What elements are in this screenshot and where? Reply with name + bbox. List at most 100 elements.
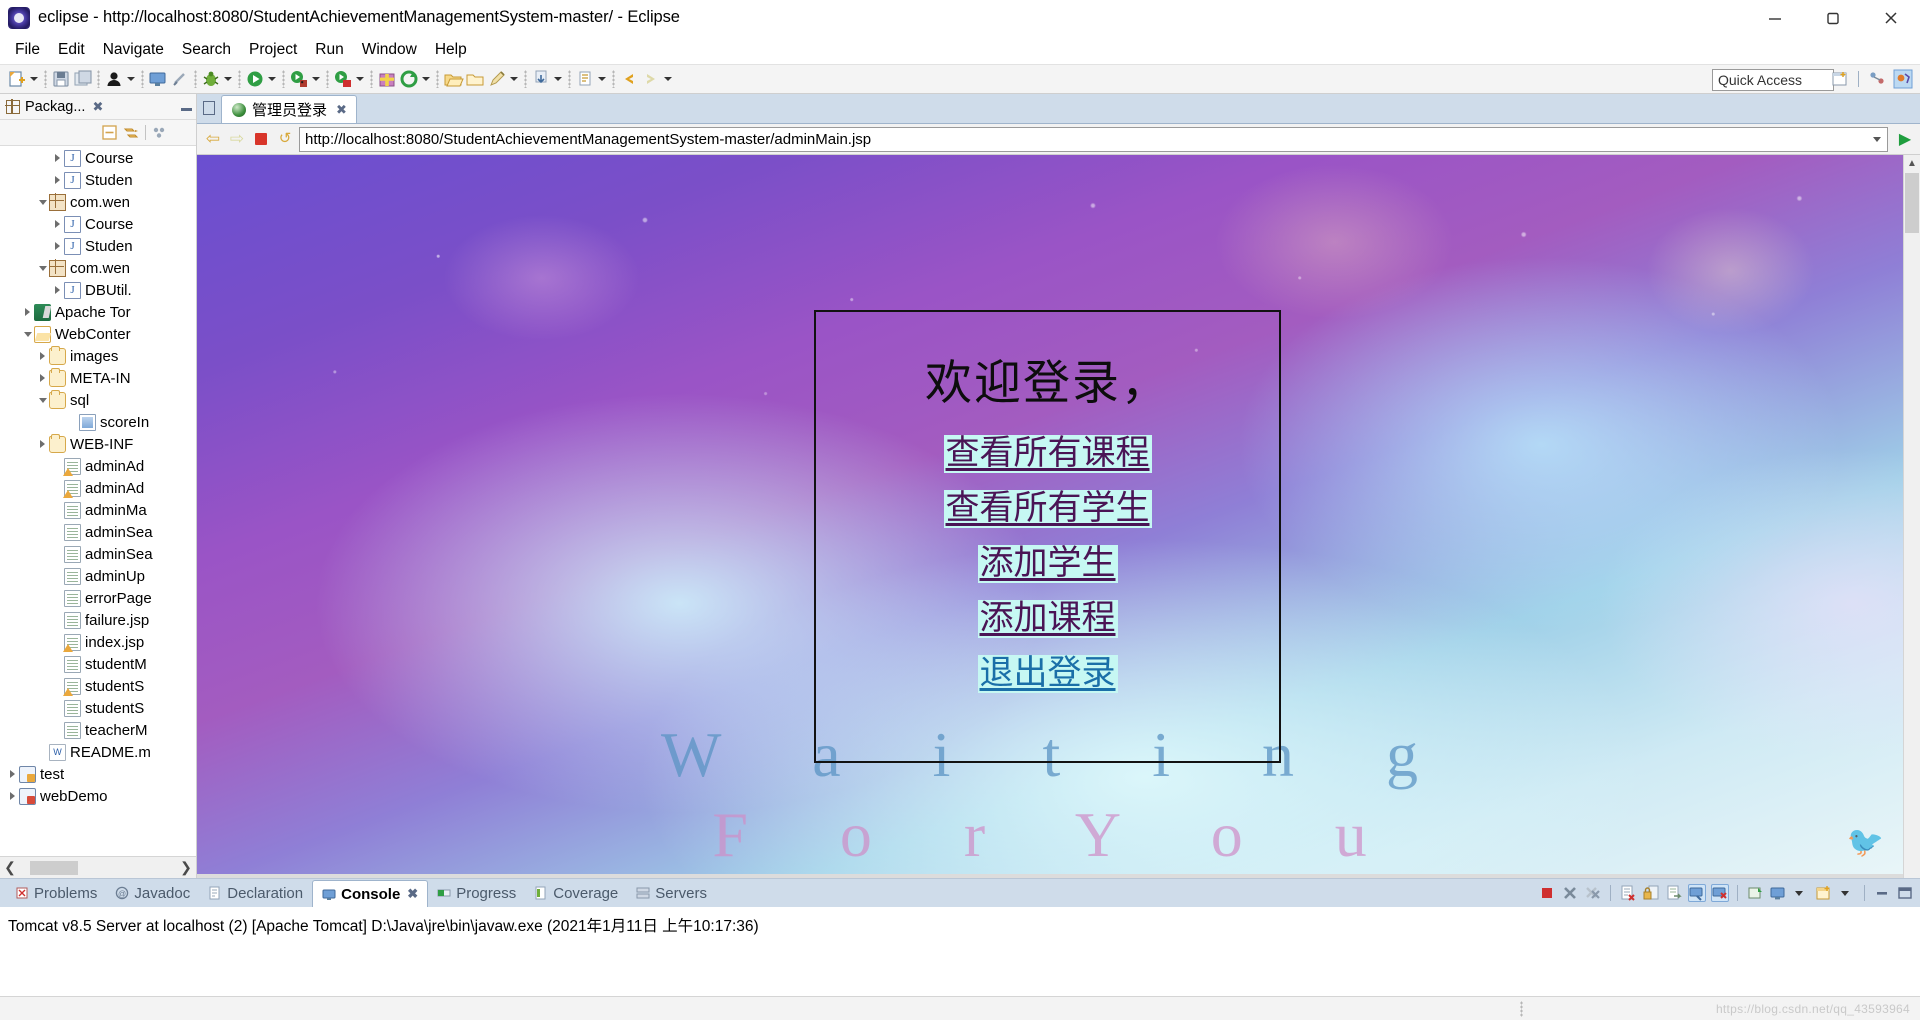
tree-item[interactable]: errorPage [0, 587, 196, 609]
close-icon[interactable]: ✖ [336, 102, 347, 118]
tab-admin-login[interactable]: 管理员登录 ✖ [221, 95, 357, 123]
tree-item[interactable]: Studen [0, 169, 196, 191]
menu-window[interactable]: Window [353, 39, 426, 61]
chevron-right-icon[interactable] [51, 169, 64, 191]
close-icon[interactable]: ✖ [92, 99, 103, 115]
quick-access-input[interactable]: Quick Access [1712, 69, 1834, 91]
chevron-right-icon[interactable] [36, 433, 49, 455]
new-wizard-icon[interactable] [7, 69, 27, 89]
scroll-right-icon[interactable]: ❯ [176, 859, 196, 876]
menu-file[interactable]: File [6, 39, 49, 61]
chevron-right-icon[interactable] [51, 235, 64, 257]
refresh-dropdown[interactable] [420, 69, 431, 89]
tree-item[interactable]: index.jsp [0, 631, 196, 653]
run-dropdown[interactable] [266, 69, 277, 89]
stop-icon[interactable] [251, 129, 271, 149]
tree-item[interactable]: scoreIn [0, 411, 196, 433]
chevron-down-icon[interactable] [36, 191, 49, 213]
tree-item[interactable]: README.m [0, 741, 196, 763]
scroll-thumb[interactable] [1905, 173, 1919, 233]
open-folder-2-icon[interactable] [465, 69, 485, 89]
dropdown-arrow-icon[interactable] [1792, 884, 1810, 902]
collapse-all-icon[interactable] [101, 124, 118, 141]
add-student-link[interactable]: 添加学生 [977, 545, 1118, 584]
scroll-track[interactable] [20, 860, 176, 875]
minimize-icon[interactable] [1873, 884, 1891, 902]
tree-item[interactable]: studentS [0, 675, 196, 697]
tree-item[interactable]: Course [0, 213, 196, 235]
tree-item[interactable]: failure.jsp [0, 609, 196, 631]
pencil-dropdown[interactable] [508, 69, 519, 89]
user-icon[interactable] [104, 69, 124, 89]
save-icon[interactable] [51, 69, 71, 89]
chevron-down-icon[interactable] [36, 257, 49, 279]
run-icon[interactable] [245, 69, 265, 89]
editor-horizontal-scrollbar[interactable] [197, 874, 1903, 878]
lock-scroll-icon[interactable] [1642, 884, 1660, 902]
console-icon[interactable] [148, 69, 168, 89]
close-icon[interactable]: ✖ [407, 886, 418, 902]
tree-item[interactable]: com.wen [0, 257, 196, 279]
tree-item[interactable]: DBUtil. [0, 279, 196, 301]
show-console-on-error-icon[interactable] [1711, 884, 1729, 902]
close-button[interactable] [1862, 0, 1920, 36]
debug-dropdown[interactable] [222, 69, 233, 89]
project-tree[interactable]: Course Studen com.wen Course Studen com.wen DB… [0, 146, 196, 856]
editor-list-icon[interactable] [197, 93, 221, 123]
tree-item[interactable]: WebConter [0, 323, 196, 345]
menu-edit[interactable]: Edit [49, 39, 94, 61]
tree-item[interactable]: images [0, 345, 196, 367]
scroll-left-icon[interactable]: ❮ [0, 859, 20, 876]
url-input[interactable]: http://localhost:8080/StudentAchievement… [299, 126, 1888, 152]
debug-perspective-icon[interactable] [1893, 69, 1913, 89]
tree-item[interactable]: adminAd [0, 477, 196, 499]
console-tab-servers[interactable]: Servers [627, 879, 716, 907]
console-tab-console[interactable]: Console ✖ [312, 880, 429, 907]
refresh-green-icon[interactable] [399, 69, 419, 89]
menu-search[interactable]: Search [173, 39, 240, 61]
disabled-link-icon[interactable] [170, 69, 190, 89]
package-icon[interactable] [377, 69, 397, 89]
next-annotation-dropdown[interactable] [596, 69, 607, 89]
menu-project[interactable]: Project [240, 39, 306, 61]
logout-link[interactable]: 退出登录 [977, 655, 1118, 694]
back-arrow-icon[interactable]: ⇦ [203, 129, 223, 149]
remove-all-launches-icon[interactable] [1584, 884, 1602, 902]
console-tab-declaration[interactable]: Declaration [199, 879, 312, 907]
chevron-right-icon[interactable] [51, 147, 64, 169]
console-tab-javadoc[interactable]: @ Javadoc [106, 879, 199, 907]
chevron-right-icon[interactable] [6, 763, 19, 785]
open-perspective-icon[interactable] [1830, 69, 1850, 89]
tab-package-explorer[interactable]: Packag... ✖ [0, 99, 109, 115]
tree-item[interactable]: studentM [0, 653, 196, 675]
chevron-right-icon[interactable] [36, 367, 49, 389]
refresh-icon[interactable]: ↺ [275, 129, 295, 149]
tree-item[interactable]: adminSea [0, 521, 196, 543]
download-icon[interactable] [531, 69, 551, 89]
tree-item[interactable]: test [0, 763, 196, 785]
clear-console-icon[interactable] [1619, 884, 1637, 902]
minimize-icon[interactable] [181, 108, 192, 111]
user-dropdown[interactable] [125, 69, 136, 89]
forward-icon[interactable] [641, 69, 661, 89]
run-key-dropdown[interactable] [310, 69, 321, 89]
tree-item[interactable]: teacherM [0, 719, 196, 741]
tree-item[interactable]: adminMa [0, 499, 196, 521]
run-key-red-dropdown[interactable] [354, 69, 365, 89]
word-wrap-icon[interactable] [1665, 884, 1683, 902]
editor-vertical-scrollbar[interactable]: ▲ [1903, 155, 1920, 878]
show-console-on-output-icon[interactable] [1688, 884, 1706, 902]
save-all-icon[interactable] [73, 69, 93, 89]
view-all-courses-link[interactable]: 查看所有课程 [943, 435, 1152, 474]
maximize-icon[interactable] [1896, 884, 1914, 902]
nav-dropdown[interactable] [662, 69, 673, 89]
tree-item[interactable]: META-IN [0, 367, 196, 389]
chevron-right-icon[interactable] [6, 785, 19, 807]
chevron-right-icon[interactable] [36, 345, 49, 367]
chevron-down-icon[interactable] [1873, 136, 1881, 142]
scroll-up-icon[interactable]: ▲ [1904, 155, 1920, 172]
forward-arrow-icon[interactable]: ⇨ [227, 129, 247, 149]
tree-item[interactable]: adminAd [0, 455, 196, 477]
run-key-icon[interactable] [289, 69, 309, 89]
menu-navigate[interactable]: Navigate [94, 39, 173, 61]
